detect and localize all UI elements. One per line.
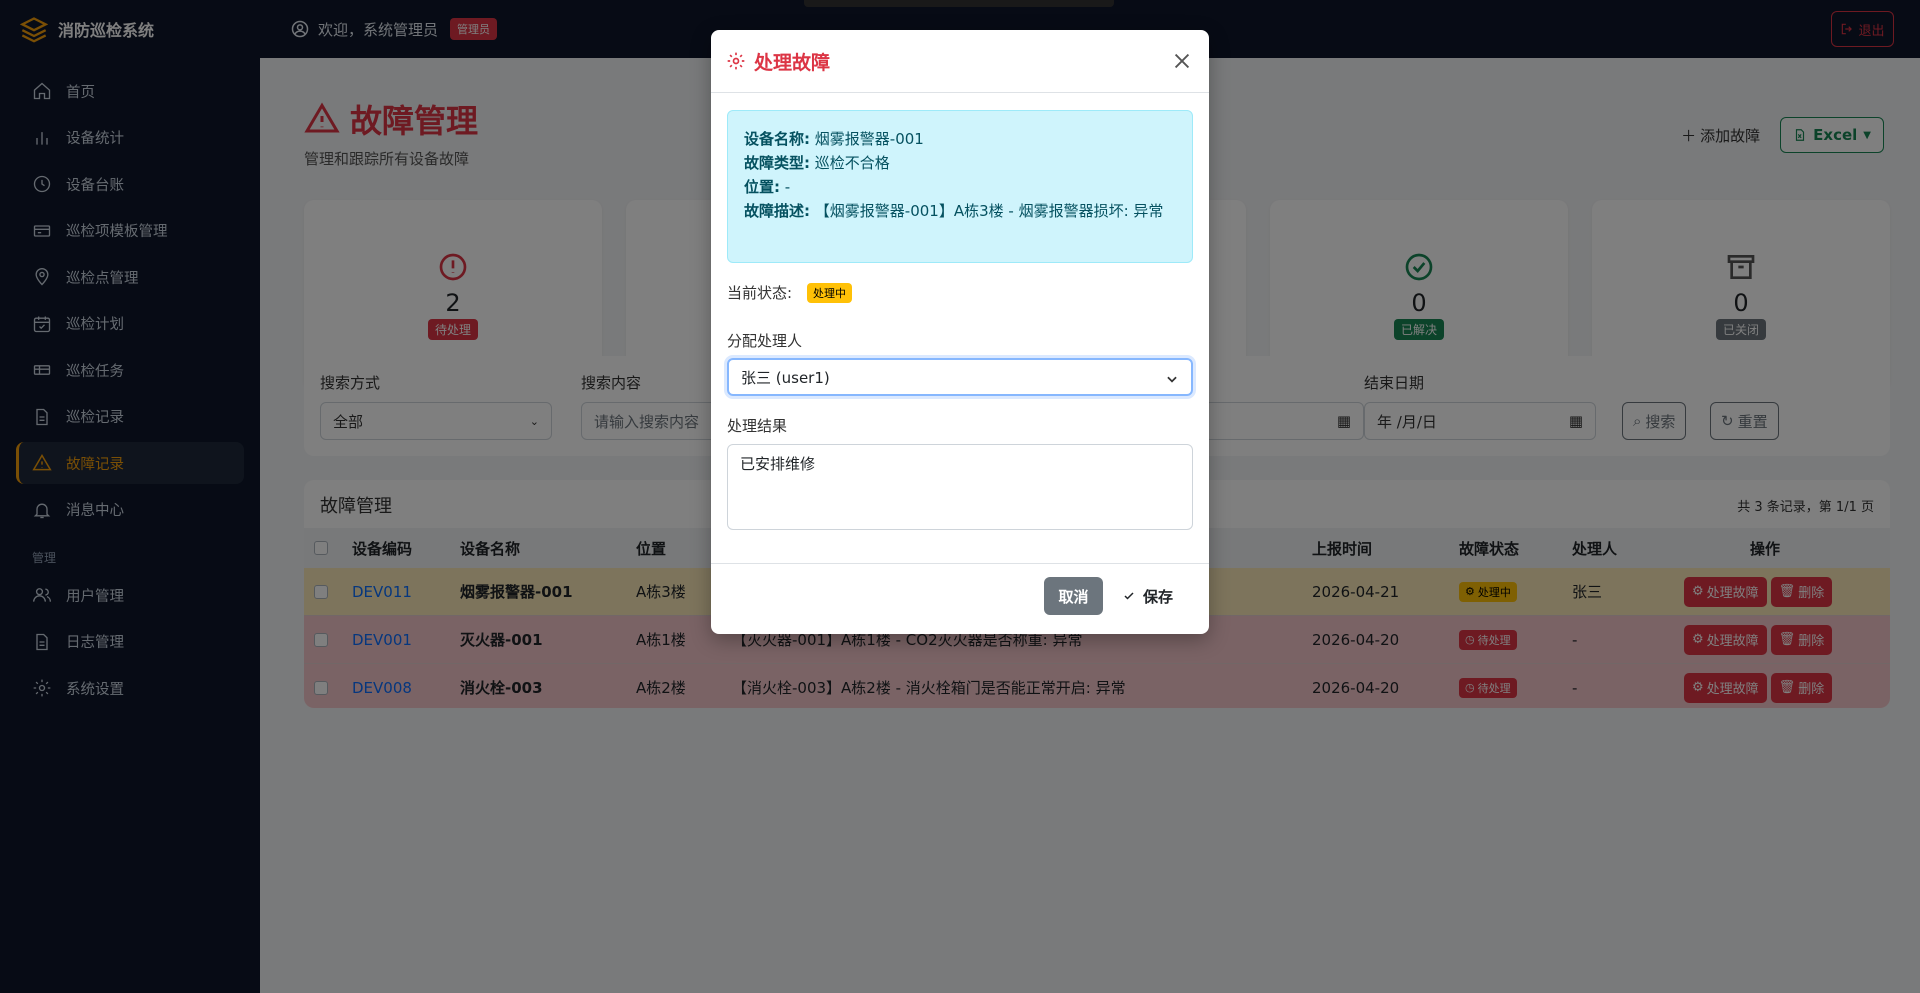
info-device-name-value: 烟雾报警器-001 [814, 130, 924, 148]
modal-title: 处理故障 [754, 51, 831, 74]
info-device-name-label: 设备名称: [744, 130, 810, 148]
info-desc: 故障描述: 【烟雾报警器-001】A栋3楼 - 烟雾报警器损坏: 异常 [744, 199, 1176, 223]
result-textarea[interactable]: 已安排维修 [727, 444, 1193, 530]
assign-handler-select[interactable]: 张三 (user1) [727, 358, 1193, 396]
info-location-label: 位置: [744, 178, 780, 196]
fault-info-box: 设备名称: 烟雾报警器-001 故障类型: 巡检不合格 位置: - 故障描述: … [727, 110, 1193, 263]
info-device-name: 设备名称: 烟雾报警器-001 [744, 127, 1176, 151]
info-location: 位置: - [744, 175, 1176, 199]
info-location-value: - [784, 178, 791, 196]
assign-handler-value: 张三 (user1) [741, 368, 830, 387]
info-fault-type-value: 巡检不合格 [814, 154, 890, 172]
info-desc-label: 故障描述: [744, 202, 810, 220]
process-fault-modal: 处理故障 设备名称: 烟雾报警器-001 故障类型: 巡检不合格 位置: - 故… [711, 30, 1209, 634]
assign-label: 分配处理人 [727, 332, 803, 350]
info-fault-type: 故障类型: 巡检不合格 [744, 151, 1176, 175]
current-status-badge: 处理中 [807, 283, 852, 303]
chevron-down-icon [1167, 376, 1177, 383]
save-button[interactable]: 保存 [1123, 577, 1173, 615]
gear-icon [727, 52, 745, 70]
cancel-button[interactable]: 取消 [1044, 577, 1103, 615]
info-fault-type-label: 故障类型: [744, 154, 810, 172]
current-status-label: 当前状态: [727, 284, 793, 302]
info-desc-value: 【烟雾报警器-001】A栋3楼 - 烟雾报警器损坏: 异常 [814, 202, 1164, 220]
modal-header: 处理故障 [711, 30, 1209, 93]
check-icon [1124, 592, 1134, 600]
result-label: 处理结果 [727, 417, 788, 435]
save-label: 保存 [1143, 587, 1174, 606]
close-icon[interactable] [1171, 50, 1193, 72]
